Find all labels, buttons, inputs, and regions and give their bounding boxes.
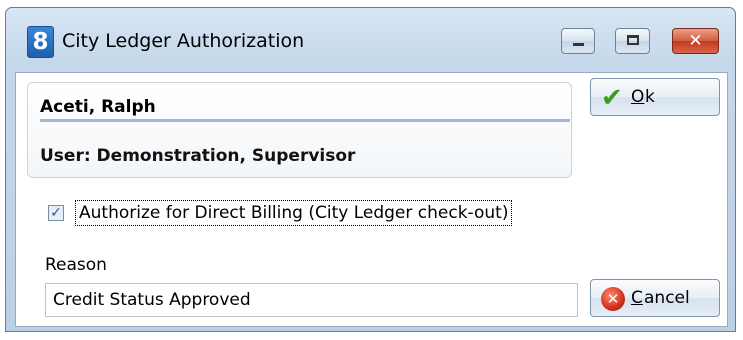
info-divider [40,119,570,122]
close-icon: ✕ [688,31,703,51]
maximize-button[interactable] [615,28,650,54]
title-bar[interactable]: 8 City Ledger Authorization ✕ [6,8,735,72]
ok-button-mnemonic: O [631,87,645,107]
cancel-button[interactable]: ✕ C ancel [590,279,720,317]
cancel-icon: ✕ [601,287,625,311]
current-user: User: Demonstration, Supervisor [40,146,356,166]
cancel-button-label: ancel [644,288,690,308]
cancel-button-mnemonic: C [631,288,643,308]
ok-button[interactable]: ✔ O k [590,78,720,116]
minimize-button[interactable] [561,28,595,54]
close-button[interactable]: ✕ [672,28,719,54]
minimize-icon [573,43,584,46]
maximize-icon [627,35,639,45]
authorize-checkbox[interactable]: ✓ [48,205,64,221]
reason-label: Reason [45,255,107,275]
ok-button-label: k [645,87,655,107]
checkmark-icon: ✔ [601,83,623,113]
window-title: City Ledger Authorization [62,30,305,52]
guest-name: Aceti, Ralph [40,97,156,117]
app-icon: 8 [27,26,54,58]
reason-input[interactable]: Credit Status Approved [45,283,578,317]
authorize-checkbox-label[interactable]: Authorize for Direct Billing (City Ledge… [75,200,513,226]
